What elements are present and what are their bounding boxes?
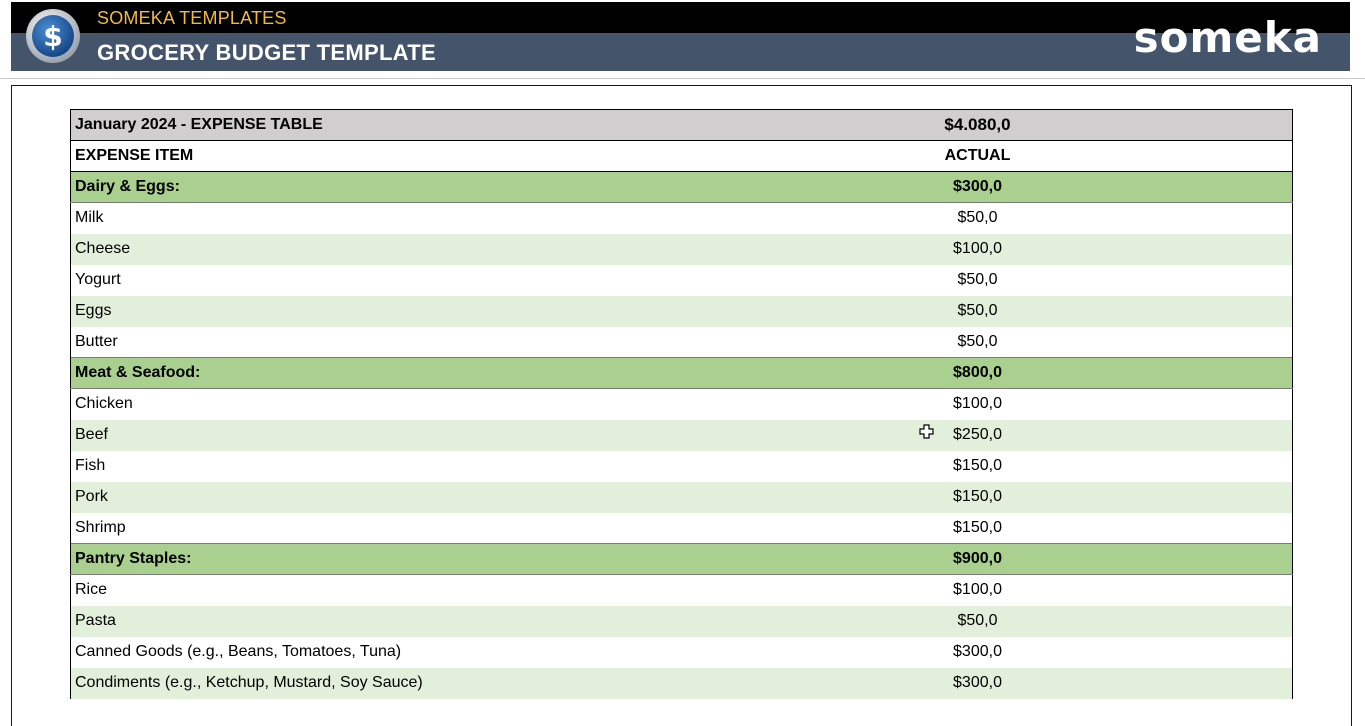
empty-cell[interactable] — [1072, 543, 1293, 575]
table-row: Eggs $50,0 — [70, 295, 1293, 327]
category-name[interactable]: Pantry Staples: — [70, 543, 883, 575]
expense-item-name[interactable]: Shrimp — [70, 512, 883, 544]
category-total[interactable]: $300,0 — [882, 171, 1073, 203]
table-row: Canned Goods (e.g., Beans, Tomatoes, Tun… — [70, 636, 1293, 668]
expense-item-name[interactable]: Condiments (e.g., Ketchup, Mustard, Soy … — [70, 667, 883, 699]
table-row: Pork $150,0 — [70, 481, 1293, 513]
empty-cell[interactable] — [1072, 605, 1293, 637]
expense-item-amount[interactable]: $250,0 — [882, 419, 1073, 451]
empty-cell[interactable] — [1072, 667, 1293, 699]
expense-item-name[interactable]: Butter — [70, 326, 883, 358]
expense-item-name[interactable]: Pasta — [70, 605, 883, 637]
empty-cell[interactable] — [1072, 171, 1293, 203]
empty-cell[interactable] — [1072, 388, 1293, 420]
page-title: GROCERY BUDGET TEMPLATE — [97, 40, 436, 65]
empty-cell[interactable] — [1072, 574, 1293, 606]
svg-text:$: $ — [43, 20, 62, 53]
empty-cell[interactable] — [1072, 202, 1293, 234]
expense-item-amount[interactable]: $50,0 — [882, 264, 1073, 296]
expense-item-amount[interactable]: $150,0 — [882, 512, 1073, 544]
empty-cell[interactable] — [1072, 450, 1293, 482]
category-name[interactable]: Meat & Seafood: — [70, 357, 883, 389]
empty-cell[interactable] — [1072, 512, 1293, 544]
expense-item-name[interactable]: Chicken — [70, 388, 883, 420]
expense-item-amount[interactable]: $300,0 — [882, 636, 1073, 668]
expense-item-name[interactable]: Eggs — [70, 295, 883, 327]
empty-cell[interactable] — [1072, 481, 1293, 513]
empty-cell[interactable] — [1072, 326, 1293, 358]
table-row: Milk $50,0 — [70, 202, 1293, 234]
expense-item-amount[interactable]: $50,0 — [882, 202, 1073, 234]
expense-item-amount[interactable]: $150,0 — [882, 481, 1073, 513]
category-row: Meat & Seafood: $800,0 — [70, 357, 1293, 389]
category-row: Pantry Staples: $900,0 — [70, 543, 1293, 575]
table-row: Shrimp $150,0 — [70, 512, 1293, 544]
empty-cell[interactable] — [1072, 357, 1293, 389]
dollar-coin-icon[interactable]: $ — [25, 8, 81, 64]
expense-item-name[interactable]: Beef — [70, 419, 883, 451]
category-name[interactable]: Dairy & Eggs: — [70, 171, 883, 203]
expense-item-name[interactable]: Cheese — [70, 233, 883, 265]
someka-logo[interactable]: someka — [1134, 16, 1322, 60]
brand-label: SOMEKA TEMPLATES — [97, 8, 287, 28]
table-row: Condiments (e.g., Ketchup, Mustard, Soy … — [70, 667, 1293, 699]
expense-table: January 2024 - EXPENSE TABLE $4.080,0 EX… — [70, 109, 1293, 699]
table-row: Yogurt $50,0 — [70, 264, 1293, 296]
empty-cell[interactable] — [1072, 140, 1293, 172]
empty-cell[interactable] — [1072, 264, 1293, 296]
category-total[interactable]: $900,0 — [882, 543, 1073, 575]
expense-item-name[interactable]: Milk — [70, 202, 883, 234]
expense-item-name[interactable]: Fish — [70, 450, 883, 482]
table-total[interactable]: $4.080,0 — [882, 109, 1073, 141]
cell-cursor-icon — [919, 424, 934, 439]
header-banner: $ SOMEKA TEMPLATES GROCERY BUDGET TEMPLA… — [11, 2, 1350, 71]
category-total[interactable]: $800,0 — [882, 357, 1073, 389]
expense-item-name[interactable]: Yogurt — [70, 264, 883, 296]
expense-item-amount[interactable]: $50,0 — [882, 605, 1073, 637]
expense-item-amount[interactable]: $300,0 — [882, 667, 1073, 699]
table-row: Fish $150,0 — [70, 450, 1293, 482]
expense-item-name[interactable]: Pork — [70, 481, 883, 513]
expense-item-amount[interactable]: $150,0 — [882, 450, 1073, 482]
table-row: Pasta $50,0 — [70, 605, 1293, 637]
empty-cell[interactable] — [1072, 109, 1293, 141]
table-row: Rice $100,0 — [70, 574, 1293, 606]
table-title-row: January 2024 - EXPENSE TABLE $4.080,0 — [70, 109, 1293, 141]
expense-item-name[interactable]: Canned Goods (e.g., Beans, Tomatoes, Tun… — [70, 636, 883, 668]
column-header-row: EXPENSE ITEM ACTUAL — [70, 140, 1293, 172]
empty-cell[interactable] — [1072, 419, 1293, 451]
expense-item-amount[interactable]: $50,0 — [882, 295, 1073, 327]
table-row: Chicken $100,0 — [70, 388, 1293, 420]
expense-item-amount[interactable]: $100,0 — [882, 388, 1073, 420]
table-row: Beef $250,0 — [70, 419, 1293, 451]
expense-item-name[interactable]: Rice — [70, 574, 883, 606]
expense-item-amount[interactable]: $100,0 — [882, 574, 1073, 606]
column-header-actual[interactable]: ACTUAL — [882, 140, 1073, 172]
table-row: Butter $50,0 — [70, 326, 1293, 358]
category-row: Dairy & Eggs: $300,0 — [70, 171, 1293, 203]
empty-cell[interactable] — [1072, 295, 1293, 327]
ribbon-divider — [0, 78, 1365, 79]
empty-cell[interactable] — [1072, 636, 1293, 668]
expense-item-amount[interactable]: $100,0 — [882, 233, 1073, 265]
table-row: Cheese $100,0 — [70, 233, 1293, 265]
expense-item-amount[interactable]: $50,0 — [882, 326, 1073, 358]
table-title[interactable]: January 2024 - EXPENSE TABLE — [70, 109, 883, 141]
empty-cell[interactable] — [1072, 233, 1293, 265]
column-header-item[interactable]: EXPENSE ITEM — [70, 140, 883, 172]
